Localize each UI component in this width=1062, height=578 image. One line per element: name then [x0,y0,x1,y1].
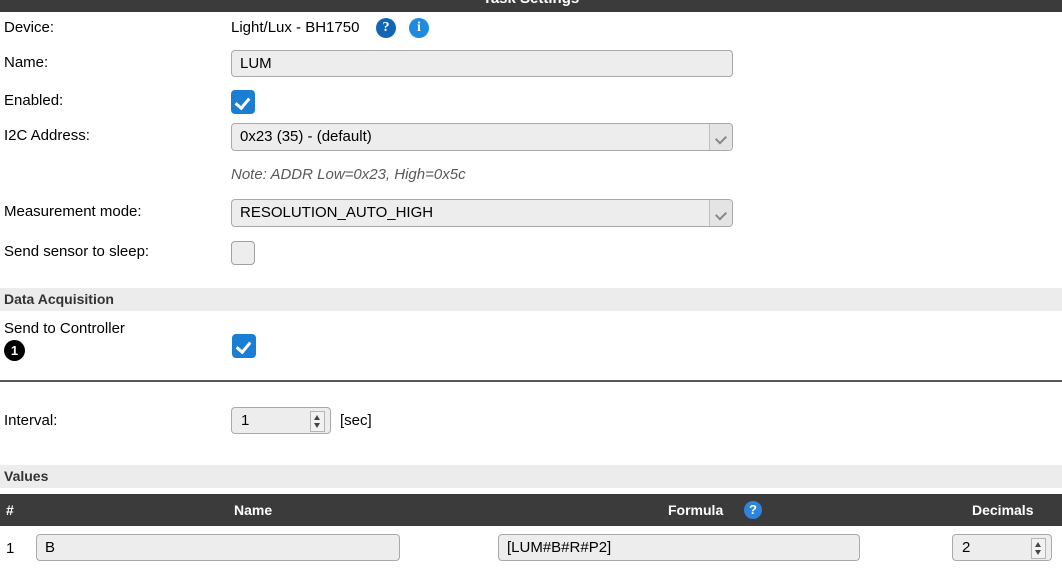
help-circle-icon[interactable]: ? [376,18,396,38]
device-label: Device: [4,19,55,36]
values-table-header: # Name Formula ? Decimals [0,494,1062,526]
window-title-bar: Task Settings [0,0,1062,12]
interval-label: Interval: [4,412,58,429]
enabled-label: Enabled: [4,92,64,109]
controller-index-badge: 1 [4,340,25,361]
name-input[interactable] [231,50,733,77]
decimals-stepper-buttons[interactable] [1031,538,1046,559]
measurement-mode-label: Measurement mode: [4,203,142,220]
measurement-mode-select[interactable]: RESOLUTION_AUTO_HIGH [231,199,733,227]
chevron-down-icon[interactable] [709,124,732,150]
value-decimals-value: 2 [962,539,971,556]
i2c-address-note: Note: ADDR Low=0x23, High=0x5c [231,166,466,183]
i2c-address-label: I2C Address: [4,127,90,144]
name-label: Name: [4,54,49,71]
interval-value: 1 [241,412,250,429]
column-header-index: # [6,502,14,518]
column-header-decimals: Decimals [972,502,1034,518]
interval-unit: [sec] [340,412,372,429]
value-name-input[interactable] [36,534,400,561]
device-value: Light/Lux - BH1750 [231,19,360,36]
sleep-label: Send sensor to sleep: [4,243,150,260]
measurement-mode-selected-value: RESOLUTION_AUTO_HIGH [240,204,434,221]
enabled-checkbox[interactable] [231,90,255,114]
measurement-mode-row: Measurement mode: RESOLUTION_AUTO_HIGH [0,199,1062,231]
enabled-row: Enabled: [0,90,1062,120]
section-divider [0,380,1062,382]
interval-row: Interval: 1 [sec] [0,407,1062,439]
interval-spinner[interactable]: 1 [231,407,331,434]
values-section-header: Values [0,465,1062,488]
name-row: Name: [0,50,1062,82]
column-header-name: Name [234,502,273,518]
value-formula-input[interactable] [498,534,860,561]
send-to-controller-row: Send to Controller 1 [0,320,1062,370]
value-decimals-spinner[interactable]: 2 [952,534,1052,561]
send-to-controller-label: Send to Controller [4,320,125,337]
page-title: Task Settings [483,0,579,7]
values-section-title: Values [4,468,49,484]
interval-stepper-buttons[interactable] [310,411,325,432]
i2c-address-select[interactable]: 0x23 (35) - (default) [231,123,733,151]
i2c-address-selected-value: 0x23 (35) - (default) [240,128,372,145]
sleep-row: Send sensor to sleep: [0,241,1062,271]
send-to-controller-checkbox[interactable] [232,334,256,358]
chevron-down-icon[interactable] [709,200,732,226]
row-index: 1 [6,540,15,557]
device-row: Device: Light/Lux - BH1750 ? i [0,15,1062,45]
column-header-formula: Formula [668,502,724,518]
help-circle-icon[interactable]: ? [744,501,762,519]
i2c-address-row: I2C Address: 0x23 (35) - (default) [0,123,1062,155]
table-row: 1 2 [0,530,1062,570]
data-acquisition-section-title: Data Acquisition [4,291,114,307]
data-acquisition-section-header: Data Acquisition [0,288,1062,311]
info-circle-icon[interactable]: i [409,18,429,38]
sleep-checkbox[interactable] [231,241,255,265]
